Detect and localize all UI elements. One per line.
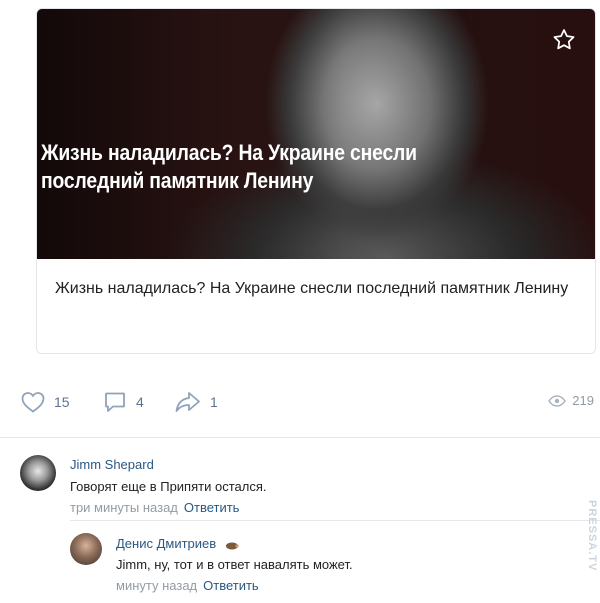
comment-icon [105,392,125,412]
share-button[interactable]: 1 [174,390,218,414]
view-counter: 219 [548,393,594,408]
comment-meta: три минуты назад Ответить [70,500,239,515]
reply-button[interactable]: Ответить [203,578,259,593]
comment-count: 4 [136,394,144,410]
post-image[interactable]: Жизнь наладилась? На Украине снесли посл… [37,9,595,259]
like-count: 15 [54,394,70,410]
divider [0,437,600,438]
divider [70,520,600,521]
comment-author[interactable]: Jimm Shepard [70,457,154,472]
avatar[interactable] [70,533,102,565]
watermark: PRESSA.TV [586,500,598,572]
star-icon[interactable] [551,27,577,53]
like-button[interactable]: 15 [20,390,70,414]
comment-text: Jimm, ну, тот и в ответ навалять может. [116,557,353,572]
comment-author[interactable]: Денис Дмитриев [116,536,240,551]
view-count: 219 [572,393,594,408]
heart-icon [21,392,45,413]
image-overlay [37,9,595,259]
comment-text: Говорят еще в Припяти остался. [70,479,267,494]
comment-meta: минуту назад Ответить [116,578,259,593]
post-card[interactable]: Жизнь наладилась? На Украине снесли посл… [36,8,596,354]
hedgehog-icon [225,542,239,550]
eye-icon [548,394,567,407]
image-headline: Жизнь наладилась? На Украине снесли посл… [41,140,417,193]
comment-time[interactable]: три минуты назад [70,500,178,515]
share-count: 1 [210,394,218,410]
reply-button[interactable]: Ответить [184,500,240,515]
comment-button[interactable]: 4 [102,390,144,414]
share-icon [175,392,200,412]
comment-time[interactable]: минуту назад [116,578,197,593]
post-caption[interactable]: Жизнь наладилась? На Украине снесли посл… [55,277,575,300]
avatar[interactable] [20,455,56,491]
post-actions: 15 4 1 219 [0,390,600,420]
